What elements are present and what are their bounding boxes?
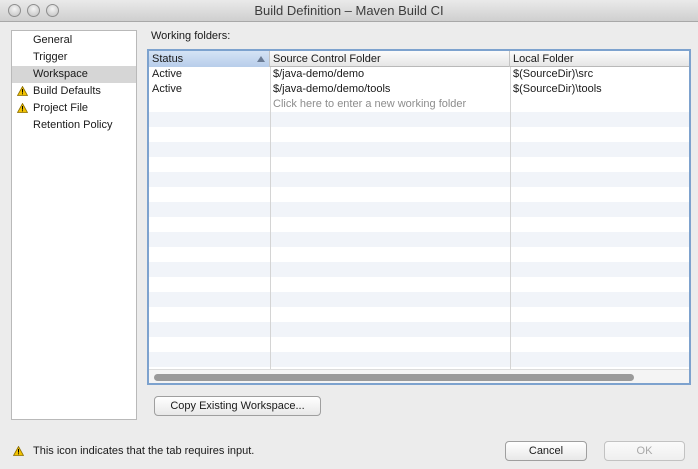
empty-row	[149, 292, 689, 307]
sidebar-item-retention-policy[interactable]: Retention Policy	[12, 117, 136, 134]
empty-row	[149, 157, 689, 172]
sidebar-item-label: Retention Policy	[33, 119, 113, 131]
warning-icon	[17, 86, 28, 96]
status-cell: Active	[152, 83, 182, 95]
empty-row	[149, 337, 689, 352]
table-row[interactable]: Active $/java-demo/demo/tools $(SourceDi…	[149, 82, 689, 97]
empty-row	[149, 187, 689, 202]
table-header: Status Source Control Folder Local Folde…	[149, 51, 689, 67]
working-folders-table[interactable]: Status Source Control Folder Local Folde…	[147, 49, 691, 385]
sidebar-item-build-defaults[interactable]: Build Defaults	[12, 83, 136, 100]
table-body: Active $/java-demo/demo $(SourceDir)\src…	[149, 67, 689, 369]
ok-button[interactable]: OK	[604, 441, 685, 461]
sidebar: General Trigger Workspace Build Defaults…	[11, 30, 137, 420]
column-header-status[interactable]: Status	[149, 51, 270, 67]
warning-icon	[13, 446, 24, 456]
new-working-folder-row[interactable]: Click here to enter a new working folder	[149, 97, 689, 112]
empty-row	[149, 232, 689, 247]
local-folder-cell: $(SourceDir)\tools	[513, 83, 602, 95]
cancel-button[interactable]: Cancel	[505, 441, 587, 461]
required-input-note-text: This icon indicates that the tab require…	[33, 445, 255, 457]
empty-row	[149, 352, 689, 367]
sidebar-item-workspace[interactable]: Workspace	[12, 66, 136, 83]
sidebar-item-label: Project File	[33, 102, 89, 114]
window-title: Build Definition – Maven Build CI	[254, 3, 444, 18]
column-header-source-control-folder[interactable]: Source Control Folder	[270, 51, 510, 67]
column-header-label: Source Control Folder	[273, 53, 381, 65]
empty-row	[149, 307, 689, 322]
empty-row	[149, 142, 689, 157]
column-divider	[270, 67, 271, 369]
empty-row	[149, 172, 689, 187]
sidebar-item-label: General	[33, 34, 73, 46]
empty-row	[149, 247, 689, 262]
column-header-label: Status	[152, 53, 184, 65]
empty-row	[149, 127, 689, 142]
horizontal-scrollbar[interactable]	[149, 369, 689, 383]
sidebar-item-label: Build Defaults	[33, 85, 101, 97]
empty-row	[149, 112, 689, 127]
source-folder-cell: $/java-demo/demo	[273, 68, 365, 80]
copy-existing-workspace-button[interactable]: Copy Existing Workspace...	[154, 396, 321, 416]
scrollbar-thumb[interactable]	[154, 374, 634, 381]
sort-ascending-icon	[257, 56, 265, 62]
new-working-folder-placeholder: Click here to enter a new working folder	[273, 98, 467, 110]
warning-icon	[17, 103, 28, 113]
required-input-note: This icon indicates that the tab require…	[13, 443, 254, 459]
empty-row	[149, 217, 689, 232]
local-folder-cell: $(SourceDir)\src	[513, 68, 594, 80]
empty-row	[149, 277, 689, 292]
table-row[interactable]: Active $/java-demo/demo $(SourceDir)\src	[149, 67, 689, 82]
sidebar-item-project-file[interactable]: Project File	[12, 100, 136, 117]
column-divider	[510, 67, 511, 369]
column-header-local-folder[interactable]: Local Folder	[510, 51, 689, 67]
empty-row	[149, 322, 689, 337]
empty-row	[149, 202, 689, 217]
source-folder-cell: $/java-demo/demo/tools	[273, 83, 391, 95]
sidebar-item-label: Workspace	[33, 68, 88, 80]
sidebar-item-label: Trigger	[33, 51, 68, 63]
status-cell: Active	[152, 68, 182, 80]
working-folders-label: Working folders:	[151, 30, 231, 42]
empty-row	[149, 262, 689, 277]
column-header-label: Local Folder	[513, 53, 574, 65]
sidebar-item-general[interactable]: General	[12, 32, 136, 49]
sidebar-item-trigger[interactable]: Trigger	[12, 49, 136, 66]
title-bar: Build Definition – Maven Build CI	[0, 0, 698, 22]
